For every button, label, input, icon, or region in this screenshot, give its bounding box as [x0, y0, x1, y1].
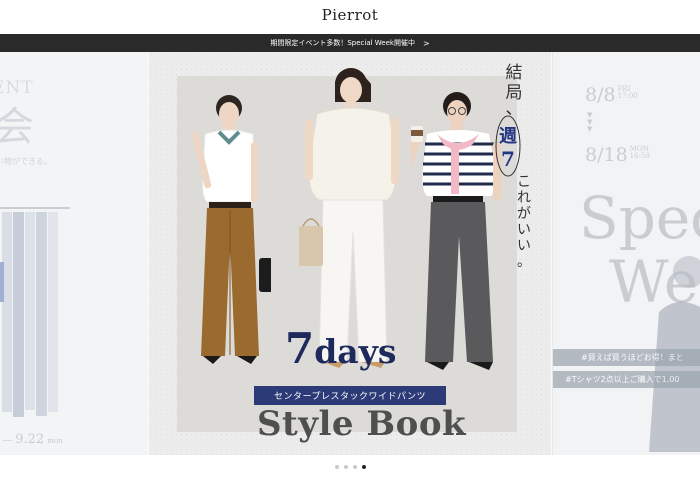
svg-text:。: 。 — [517, 254, 531, 270]
svg-text:が: が — [517, 206, 531, 222]
slide-date: — 9.22 mon — [2, 432, 63, 447]
svg-text:い: い — [517, 222, 531, 238]
svg-text:週: 週 — [499, 126, 517, 147]
svg-text:7: 7 — [501, 147, 515, 171]
seven-days-title: 7days — [285, 324, 397, 373]
pagination-dot[interactable] — [343, 465, 348, 469]
slide-caption: い物ができる。 — [0, 157, 52, 166]
pagination-dot[interactable] — [334, 465, 339, 469]
announcement-bar[interactable]: 期間限定イベント多数！Special Week開催中 > — [0, 34, 700, 52]
promo-banner-2: #Tシャツ2点以上ご購入で1,00 — [553, 371, 700, 388]
announcement-text: 期間限定イベント多数！Special Week開催中 — [270, 39, 415, 47]
carousel-slide-previous[interactable]: ENT 会 い物ができる。 — 9.22 mon — [0, 52, 148, 455]
slide-heading-kanji: 会 — [0, 104, 34, 150]
svg-text:結: 結 — [506, 63, 523, 83]
chevron-right-icon: > — [422, 38, 430, 48]
product-ribbon: センタープレスタックワイドパンツ — [254, 386, 446, 405]
carousel-pagination — [0, 462, 700, 472]
svg-text:れ: れ — [517, 190, 531, 206]
svg-text:い: い — [517, 238, 531, 254]
promo-banner-1: #買えば買うほどお得！まと — [553, 349, 700, 366]
vertical-copy-text: 結 局 、 週 7 こ れ が い い 。 — [495, 63, 531, 270]
pagination-dot[interactable] — [352, 465, 357, 469]
hero-carousel[interactable]: ENT 会 い物ができる。 — 9.22 mon — [0, 52, 700, 455]
event-end-date: 8/18 MON 16:59 — [585, 144, 650, 166]
svg-text:こ: こ — [517, 174, 531, 190]
event-start-date: 8/8 FRI 17:00 — [585, 84, 638, 106]
special-heading: Spec — [579, 184, 700, 252]
model-brown-pants-image — [191, 95, 271, 364]
carousel-slide-next[interactable]: 8/8FRI17:00 ▼▼▼ 8/18MON16:59 Spec We #買え… — [552, 52, 700, 455]
carousel-slide-current[interactable]: 結 局 、 週 7 こ れ が い い 。 7days センタープレスタックワイ… — [149, 52, 551, 455]
down-arrow-icon: ▼ ▼ ▼ — [587, 111, 593, 133]
clothing-rack-image — [0, 207, 70, 417]
site-header: Pierrot — [0, 0, 700, 34]
brand-logo[interactable]: Pierrot — [0, 6, 700, 24]
style-book-title: Style Book — [257, 404, 467, 444]
pagination-dot-active[interactable] — [361, 465, 366, 469]
